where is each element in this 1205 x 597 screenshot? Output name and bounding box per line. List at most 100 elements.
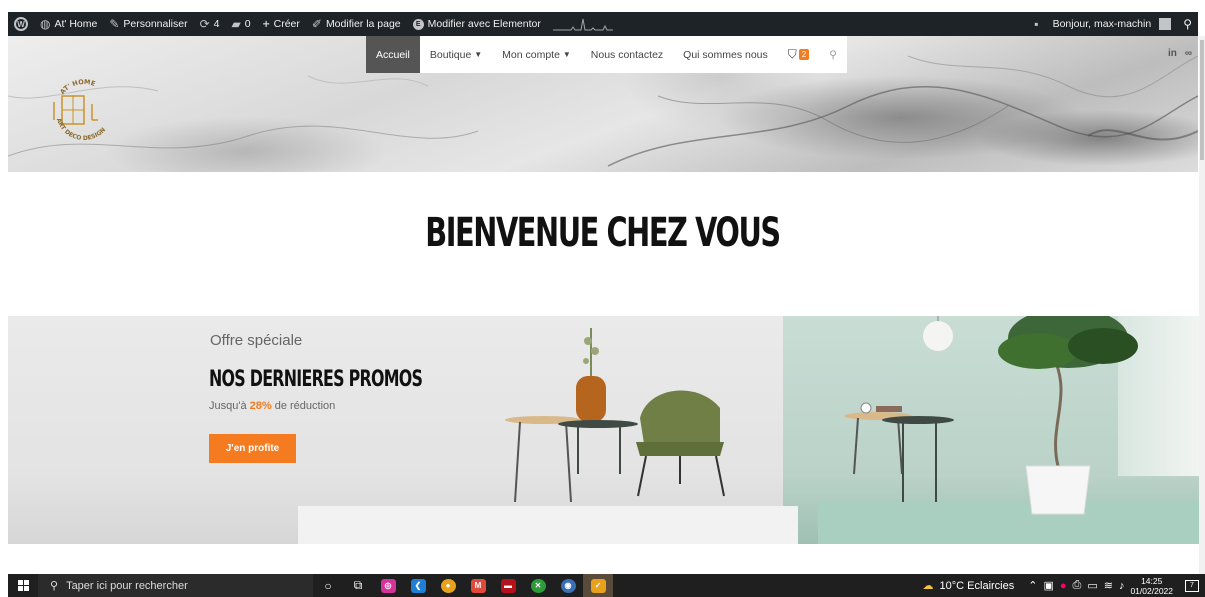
- start-button[interactable]: [8, 574, 38, 597]
- customize-link[interactable]: ✎ Personnaliser: [103, 12, 193, 36]
- main-navigation: Accueil Boutique ▼ Mon compte ▼ Nous con…: [366, 36, 847, 73]
- search-icon: ⚲: [50, 580, 59, 592]
- edit-page-label: Modifier la page: [325, 18, 401, 30]
- edit-page-link[interactable]: ✐ Modifier la page: [306, 12, 407, 36]
- windows-taskbar: ⚲ Taper ici pour rechercher ○ ⧉ ◎ ❮ ● M ▬…: [8, 574, 1205, 597]
- page-title: BIENVENUE CHEZ VOUS: [425, 210, 781, 256]
- logo-top-text: AT' HOME: [58, 78, 96, 96]
- nav-item-label: Boutique: [429, 48, 472, 61]
- chevron-up-icon[interactable]: ⌃: [1028, 579, 1037, 592]
- filezilla-icon: ▬: [500, 578, 516, 593]
- create-label: Créer: [273, 18, 300, 30]
- updates-icon: ⟳: [199, 17, 210, 31]
- avatar: [1159, 18, 1172, 30]
- windows-icon: [17, 580, 29, 591]
- site-name: At' Home: [54, 18, 98, 30]
- wifi-icon[interactable]: ≋: [1104, 579, 1113, 592]
- system-tray: ☁ 10°C Eclaircies ⌃ ▣ ● ⎙ ▭ ≋ ♪ 14:25 01/…: [923, 576, 1205, 596]
- wordpress-icon: W: [14, 17, 28, 31]
- page-scrollbar[interactable]: [1199, 36, 1205, 574]
- wp-logo-menu[interactable]: W: [8, 12, 34, 36]
- nav-item-accueil[interactable]: Accueil: [366, 36, 420, 73]
- taskbar-app-xbox[interactable]: ✕: [523, 574, 553, 597]
- taskbar-app-active[interactable]: ✓: [583, 574, 613, 597]
- dashboard-icon: ◍: [40, 17, 51, 31]
- gmail-icon: M: [470, 578, 486, 593]
- chat-icon: ▪: [1034, 17, 1039, 31]
- promo-percent: 28%: [249, 400, 272, 412]
- chevron-down-icon: ▼: [474, 50, 483, 59]
- svg-text:ART DECO DESIGN: ART DECO DESIGN: [55, 117, 107, 142]
- volume-icon[interactable]: ♪: [1119, 580, 1125, 592]
- chevron-down-icon: ▼: [562, 50, 571, 59]
- tripadvisor-icon[interactable]: ∞: [1185, 48, 1192, 59]
- task-view-button[interactable]: ⧉: [343, 574, 373, 597]
- promo-cta-button[interactable]: J'en profite: [209, 434, 296, 463]
- nav-item-boutique[interactable]: Boutique ▼: [420, 36, 492, 73]
- nav-item-nous-contactez[interactable]: Nous contactez: [581, 36, 673, 73]
- tray-app-icon[interactable]: ▣: [1043, 579, 1053, 592]
- account-menu[interactable]: ▪ Bonjour, max-machin: [1028, 12, 1177, 36]
- linkedin-icon[interactable]: in: [1168, 48, 1177, 59]
- promo-title: NOS DERNIERES PROMOS: [209, 367, 423, 392]
- stats-sparkline-icon: [552, 18, 613, 31]
- scrollbar-thumb[interactable]: [1200, 40, 1204, 160]
- admin-search-button[interactable]: ⚲: [1177, 12, 1198, 36]
- nav-item-label: Mon compte: [502, 48, 560, 61]
- header-search-button[interactable]: ⚲: [819, 36, 847, 73]
- system-clock[interactable]: 14:25 01/02/2022: [1130, 576, 1173, 596]
- banner-illustration: [505, 316, 1138, 515]
- customize-label: Personnaliser: [123, 18, 188, 30]
- screen: W ◍ At' Home ✎ Personnaliser ⟳ 4 ▰ 0 + Créer …: [0, 0, 1205, 597]
- task-view-icon: ⧉: [353, 578, 363, 592]
- taskbar-search[interactable]: ⚲ Taper ici pour rechercher: [38, 574, 313, 597]
- site-header: AT' HOME ART DECO DESIGN Accueil Boutiqu…: [8, 36, 1198, 172]
- promo-subtitle-prefix: Jusqu'à: [209, 400, 250, 412]
- cortana-button[interactable]: ○: [313, 574, 343, 597]
- weather-text[interactable]: 10°C Eclaircies: [940, 580, 1015, 592]
- svg-text:AT' HOME: AT' HOME: [58, 78, 96, 96]
- cart-button[interactable]: ⛉ 2: [778, 36, 819, 73]
- nav-item-label: Accueil: [376, 48, 410, 61]
- comment-icon: ▰: [231, 17, 241, 31]
- pendant-lamp: [923, 321, 953, 351]
- social-links: in ∞: [1168, 48, 1192, 59]
- promo-banner: Offre spéciale NOS DERNIERES PROMOS Jusq…: [8, 316, 1202, 544]
- timer-icon: ✓: [590, 578, 606, 593]
- armchair: [640, 390, 720, 444]
- taskbar-app-steam[interactable]: ◉: [553, 574, 583, 597]
- nav-item-label: Qui sommes nous: [683, 48, 768, 61]
- search-icon: ⚲: [829, 48, 837, 61]
- new-content-menu[interactable]: + Créer: [257, 12, 306, 36]
- site-name-menu[interactable]: ◍ At' Home: [34, 12, 103, 36]
- site-logo[interactable]: AT' HOME ART DECO DESIGN: [48, 66, 120, 152]
- vase: [576, 376, 606, 422]
- tray-printer-icon[interactable]: ⎙: [1073, 579, 1082, 592]
- plus-icon: +: [262, 17, 270, 31]
- taskbar-app-filezilla[interactable]: ▬: [493, 574, 523, 597]
- promo-eyebrow: Offre spéciale: [210, 332, 303, 349]
- nav-item-mon-compte[interactable]: Mon compte ▼: [492, 36, 581, 73]
- notification-center-button[interactable]: 7: [1185, 579, 1199, 592]
- nav-item-qui-sommes-nous[interactable]: Qui sommes nous: [673, 36, 778, 73]
- cortana-icon: ○: [324, 578, 332, 593]
- tray-alert-icon[interactable]: ●: [1060, 580, 1067, 592]
- wp-admin-bar: W ◍ At' Home ✎ Personnaliser ⟳ 4 ▰ 0 + Créer …: [8, 12, 1198, 36]
- updates-link[interactable]: ⟳ 4: [194, 12, 226, 36]
- battery-icon[interactable]: ▭: [1087, 579, 1097, 592]
- elementor-icon: E: [412, 18, 424, 30]
- xbox-icon: ✕: [530, 578, 546, 593]
- lampp-icon: ◎: [380, 578, 396, 593]
- search-placeholder: Taper ici pour rechercher: [66, 579, 188, 592]
- updates-count: 4: [213, 18, 220, 30]
- edit-elementor-link[interactable]: E Modifier avec Elementor: [407, 12, 619, 36]
- comments-link[interactable]: ▰ 0: [226, 12, 257, 36]
- edit-elementor-label: Modifier avec Elementor: [427, 18, 541, 30]
- taskbar-app-vscode[interactable]: ❮: [403, 574, 433, 597]
- taskbar-app-chrome[interactable]: ●: [433, 574, 463, 597]
- nav-item-label: Nous contactez: [590, 48, 664, 61]
- taskbar-app-lampp[interactable]: ◎: [373, 574, 403, 597]
- taskbar-app-gmail[interactable]: M: [463, 574, 493, 597]
- shopping-bag-icon: ⛉: [787, 47, 797, 61]
- vscode-icon: ❮: [410, 578, 426, 593]
